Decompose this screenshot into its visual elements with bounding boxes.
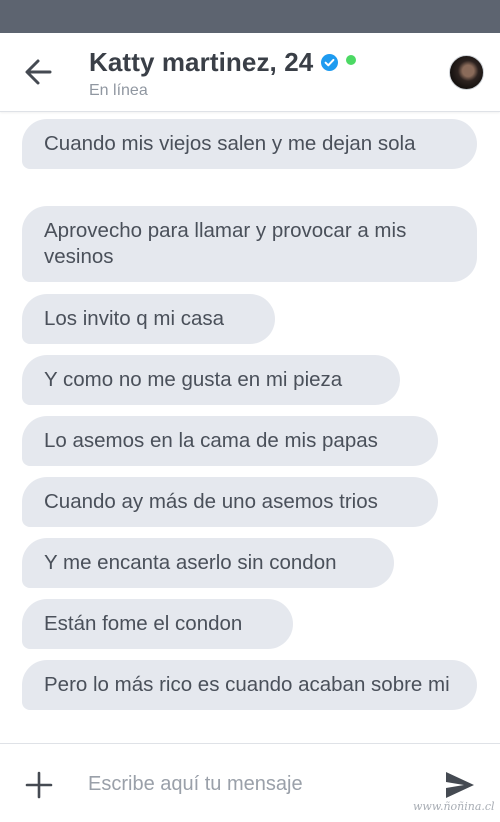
back-button[interactable] bbox=[20, 55, 58, 89]
contact-status: En línea bbox=[89, 82, 148, 99]
chat-header: Katty martinez, 24 En línea bbox=[0, 33, 500, 112]
message-bubble: Y me encanta aserlo sin condon bbox=[22, 538, 394, 588]
send-icon bbox=[446, 772, 474, 798]
online-status-dot bbox=[346, 55, 357, 65]
message-bubble: Están fome el condon bbox=[22, 599, 293, 649]
message-bubble: Pero lo más rico es cuando acaban sobre … bbox=[22, 660, 477, 710]
contact-name-row: Katty martinez, 24 bbox=[89, 45, 357, 79]
message-list[interactable]: Cuando mis viejos salen y me dejan sola … bbox=[0, 113, 500, 743]
contact-name[interactable]: Katty martinez, 24 bbox=[89, 47, 313, 78]
message-bubble: Cuando mis viejos salen y me dejan sola bbox=[22, 119, 477, 169]
message-bubble: Y como no me gusta en mi pieza bbox=[22, 355, 400, 405]
status-bar bbox=[0, 0, 500, 33]
verified-check-icon bbox=[321, 53, 339, 71]
message-bubble: Los invito q mi casa bbox=[22, 294, 275, 344]
message-bubble: Cuando ay más de uno asemos trios bbox=[22, 477, 438, 527]
send-button[interactable] bbox=[444, 770, 476, 800]
plus-icon bbox=[25, 771, 53, 799]
avatar[interactable] bbox=[449, 55, 484, 90]
add-attachment-button[interactable] bbox=[24, 770, 54, 800]
message-bubble: Aprovecho para llamar y provocar a mis v… bbox=[22, 206, 477, 282]
watermark: www.ñoñina.cl bbox=[413, 800, 495, 813]
message-bubble: Lo asemos en la cama de mis papas bbox=[22, 416, 438, 466]
message-input[interactable] bbox=[88, 766, 418, 802]
arrow-left-icon bbox=[25, 59, 52, 85]
